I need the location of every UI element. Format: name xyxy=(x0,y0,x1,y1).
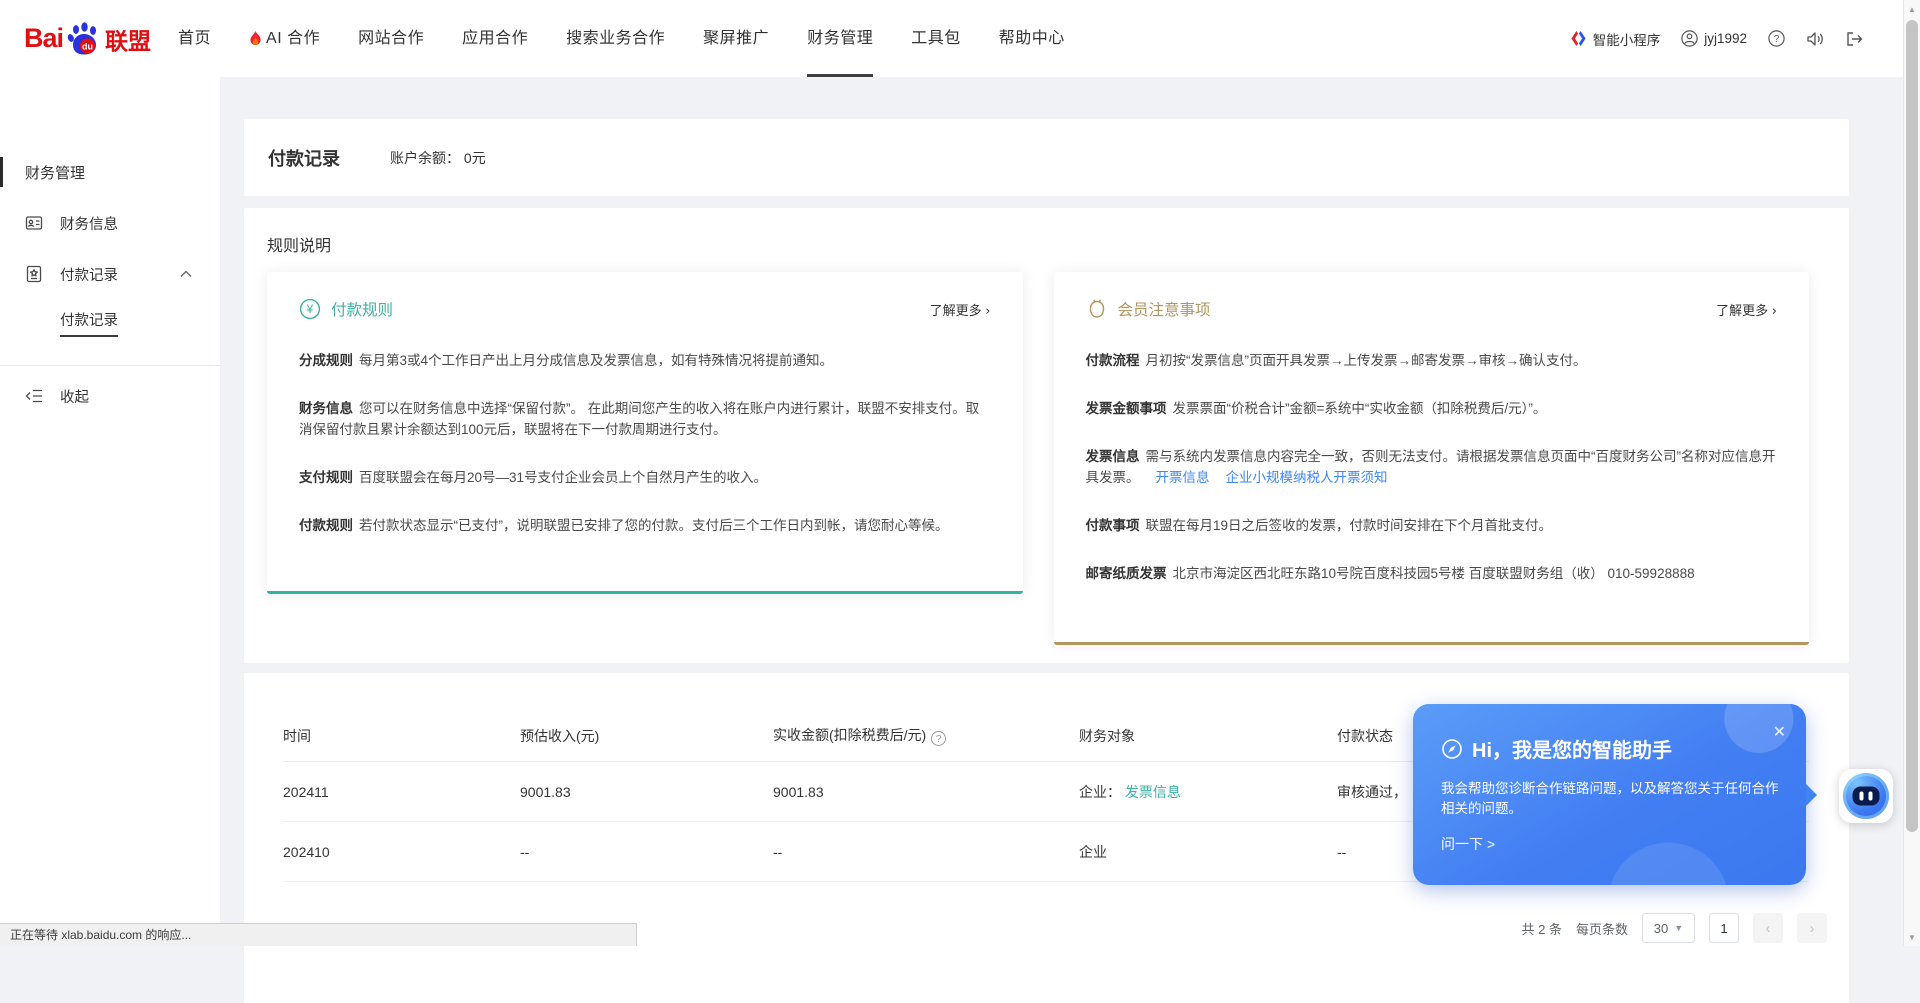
cell-time: 202411 xyxy=(283,784,520,800)
logo-union-text: 联盟 xyxy=(105,22,151,56)
payment-rules-more-link[interactable]: 了解更多 › xyxy=(930,300,991,319)
payment-rules-card: ¥ 付款规则 了解更多 › 分成规则每月第3或4个工作日产出上月分成信息及发票信… xyxy=(267,272,1023,594)
chevron-up-icon xyxy=(180,270,192,278)
col-finance-object: 财务对象 xyxy=(1079,726,1337,746)
cell-time: 202410 xyxy=(283,844,520,860)
payment-rules-title: 付款规则 xyxy=(331,298,393,320)
cell-finance-object: 企业： 发票信息 xyxy=(1079,782,1337,802)
mini-program-icon xyxy=(1570,30,1587,47)
sidebar-item-finance-info[interactable]: 财务信息 xyxy=(0,208,220,238)
close-icon[interactable]: ✕ xyxy=(1773,722,1786,742)
svg-text:?: ? xyxy=(1774,34,1780,45)
top-navigation: Bai du 联盟 首页 AI 合作 网站合作 xyxy=(0,0,1903,77)
pagination: 共 2 条 每页条数 30 ▼ 1 ‹ › xyxy=(1522,913,1827,943)
small-taxpayer-guide-link[interactable]: 企业小规模纳税人开票须知 xyxy=(1226,470,1388,485)
cell-estimated: 9001.83 xyxy=(520,784,773,800)
user-account[interactable]: jyj1992 xyxy=(1681,30,1747,47)
rule-paragraph: 邮寄纸质发票北京市海淀区西北旺东路10号院百度科技园5号楼 百度联盟财务组（收）… xyxy=(1086,563,1778,584)
main-nav: 首页 AI 合作 网站合作 应用合作 搜索业务合作 聚屏推广 财务管理 工具包 … xyxy=(178,0,1065,77)
scroll-up-arrow-icon[interactable]: ▲ xyxy=(1904,2,1920,16)
svg-text:du: du xyxy=(82,41,93,51)
invoice-info-link[interactable]: 开票信息 xyxy=(1156,470,1210,485)
page-number-button[interactable]: 1 xyxy=(1709,913,1739,943)
rule-paragraph: 付款流程月初按“发票信息”页面开具发票→上传发票→邮寄发票→审核→确认支付。 xyxy=(1086,350,1778,371)
sidebar-collapse-button[interactable]: 收起 xyxy=(0,381,220,411)
help-icon[interactable]: ? xyxy=(1768,30,1785,47)
sidebar: 财务管理 财务信息 付款记录 付款记录 xyxy=(0,77,220,946)
rule-paragraph: 财务信息您可以在财务信息中选择“保留付款”。 在此期间您产生的收入将在账户内进行… xyxy=(299,398,991,440)
bird-icon xyxy=(1086,298,1108,320)
nav-item-toolkit[interactable]: 工具包 xyxy=(911,0,961,77)
sidebar-subitem-payment-records[interactable]: 付款记录 xyxy=(60,309,118,337)
nav-item-home[interactable]: 首页 xyxy=(178,0,211,77)
mini-program-entry[interactable]: 智能小程序 xyxy=(1570,29,1661,49)
rule-paragraph: 付款事项联盟在每月19日之后签收的发票，付款时间安排在下个月首批支付。 xyxy=(1086,515,1778,536)
rule-paragraph: 付款规则若付款状态显示“已支付”，说明联盟已安排了您的付款。支付后三个工作日内到… xyxy=(299,515,991,536)
rules-card: 规则说明 ¥ 付款规则 了解更多 › 分成规则每月第3或4个工作日产出上月分成信… xyxy=(244,208,1849,663)
per-page-label: 每页条数 xyxy=(1576,919,1628,938)
svg-text:¥: ¥ xyxy=(306,304,314,316)
chevron-down-icon: ▼ xyxy=(1674,923,1683,933)
scroll-down-arrow-icon[interactable]: ▼ xyxy=(1904,930,1920,944)
compass-icon xyxy=(1441,738,1463,760)
total-count: 共 2 条 xyxy=(1522,919,1562,938)
scrollbar-thumb[interactable] xyxy=(1906,20,1918,832)
page-title: 付款记录 xyxy=(268,145,340,171)
collapse-icon xyxy=(25,389,43,403)
nav-item-help-center[interactable]: 帮助中心 xyxy=(999,0,1065,77)
next-page-button[interactable]: › xyxy=(1797,913,1827,943)
baidu-paw-icon: du xyxy=(66,22,100,55)
cell-actual: -- xyxy=(773,844,1079,860)
sound-icon[interactable] xyxy=(1806,31,1825,47)
nav-item-finance-management[interactable]: 财务管理 xyxy=(807,0,873,77)
sidebar-item-payment-records[interactable]: 付款记录 xyxy=(0,259,220,289)
certificate-icon xyxy=(25,265,43,283)
assistant-title: Hi，我是您的智能助手 xyxy=(1472,734,1672,763)
rule-paragraph: 发票金额事项发票票面“价税合计”金额=系统中“实收金额（扣除税费后/元）”。 xyxy=(1086,398,1778,419)
nav-item-search-business[interactable]: 搜索业务合作 xyxy=(566,0,665,77)
account-balance: 账户余额： 0元 xyxy=(390,148,486,168)
logo-bai-text: Bai xyxy=(24,23,63,54)
per-page-select[interactable]: 30 ▼ xyxy=(1642,913,1695,943)
id-card-icon xyxy=(25,214,43,232)
cell-finance-object: 企业 xyxy=(1079,842,1337,862)
nav-item-website-cooperation[interactable]: 网站合作 xyxy=(358,0,424,77)
page-header-card: 付款记录 账户余额： 0元 xyxy=(244,119,1849,196)
cell-actual: 9001.83 xyxy=(773,784,1079,800)
browser-status-bubble: 正在等待 xlab.baidu.com 的响应... xyxy=(0,923,637,946)
nav-item-app-cooperation[interactable]: 应用合作 xyxy=(462,0,528,77)
cell-estimated: -- xyxy=(520,844,773,860)
nav-right-cluster: 智能小程序 jyj1992 ? xyxy=(1570,29,1863,49)
user-icon xyxy=(1681,30,1698,47)
nav-item-screen-promotion[interactable]: 聚屏推广 xyxy=(703,0,769,77)
baidu-union-logo[interactable]: Bai du 联盟 xyxy=(24,22,151,56)
rules-section-title: 规则说明 xyxy=(267,232,1809,256)
member-notes-title: 会员注意事项 xyxy=(1118,298,1211,320)
col-actual-amount: 实收金额(扣除税费后/元)? xyxy=(773,725,1079,747)
rule-paragraph: 支付规则百度联盟会在每月20号—31号支付企业会员上个自然月产生的收入。 xyxy=(299,467,991,488)
account-balance-value: 0元 xyxy=(464,150,486,166)
rule-paragraph: 发票信息需与系统内发票信息内容完全一致，否则无法支付。请根据发票信息页面中“百度… xyxy=(1086,446,1778,488)
member-notes-more-link[interactable]: 了解更多 › xyxy=(1716,300,1777,319)
col-time: 时间 xyxy=(283,726,520,746)
member-notes-card: 会员注意事项 了解更多 › 付款流程月初按“发票信息”页面开具发票→上传发票→邮… xyxy=(1054,272,1810,645)
nav-item-ai-cooperation[interactable]: AI 合作 xyxy=(249,0,320,77)
scrollbar[interactable]: ▲ ▼ xyxy=(1903,0,1920,946)
rule-paragraph: 分成规则每月第3或4个工作日产出上月分成信息及发票信息，如有特殊情况将提前通知。 xyxy=(299,350,991,371)
assistant-robot-button[interactable] xyxy=(1839,769,1893,823)
robot-icon xyxy=(1843,773,1889,819)
prev-page-button[interactable]: ‹ xyxy=(1753,913,1783,943)
assistant-message: 我会帮助您诊断合作链路问题，以及解答您关于任何合作相关的问题。 xyxy=(1441,779,1786,819)
sidebar-divider xyxy=(0,365,220,366)
question-circle-icon[interactable]: ? xyxy=(931,731,946,746)
col-estimated-income: 预估收入(元) xyxy=(520,726,773,746)
coin-yen-icon: ¥ xyxy=(299,298,321,320)
ask-now-link[interactable]: 问一下 > xyxy=(1441,834,1778,854)
invoice-info-table-link[interactable]: 发票信息 xyxy=(1125,784,1181,800)
sidebar-section-finance-management[interactable]: 财务管理 xyxy=(0,157,220,187)
assistant-popup: Hi，我是您的智能助手 ✕ 我会帮助您诊断合作链路问题，以及解答您关于任何合作相… xyxy=(1413,704,1806,885)
flame-icon xyxy=(249,31,262,47)
logout-icon[interactable] xyxy=(1846,31,1863,47)
